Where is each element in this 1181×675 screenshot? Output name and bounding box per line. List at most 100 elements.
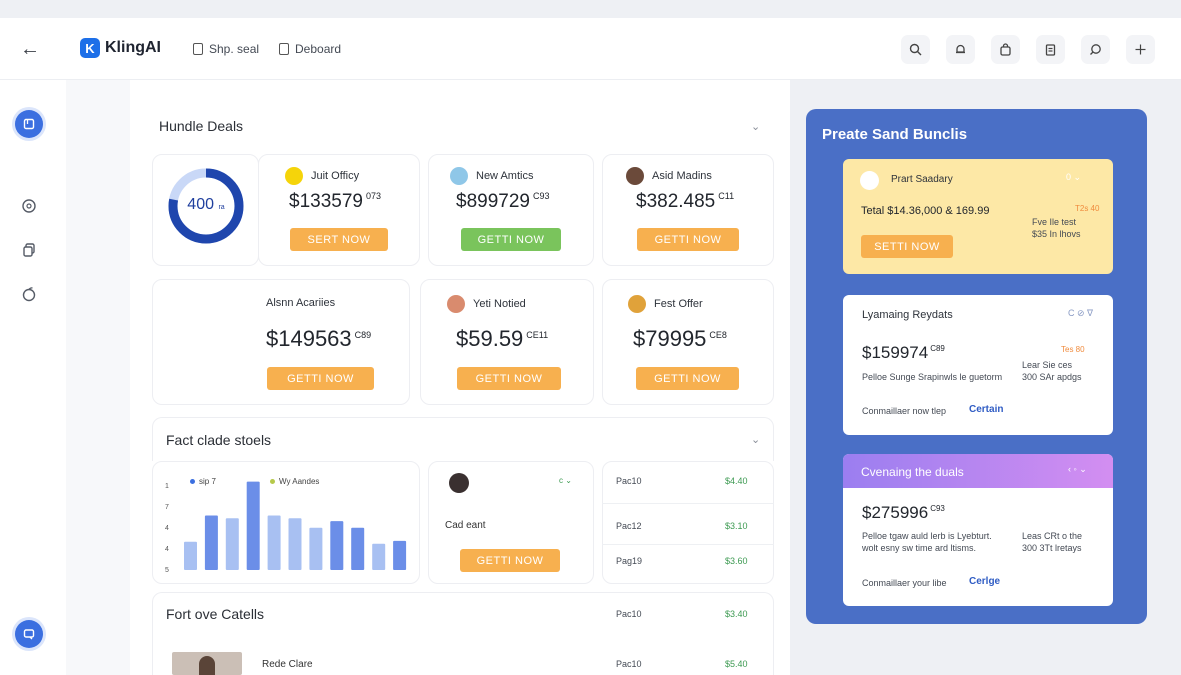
card-description: wolt esny sw time ard ltisms. (862, 543, 977, 553)
summary-cta-button[interactable]: SETTI NOW (861, 235, 953, 258)
deal-name: Juit Officy (311, 170, 360, 182)
expand-icon (1135, 44, 1146, 55)
y-tick: 7 (165, 504, 169, 511)
sidebar-item-files[interactable] (20, 241, 38, 259)
sidebar-item-favorites[interactable] (20, 285, 38, 303)
donut-value: 400 ra (187, 196, 225, 213)
bell-icon (956, 44, 965, 54)
profile-cta-button[interactable]: GETTI NOW (460, 549, 560, 572)
card-link[interactable]: Certain (969, 404, 1003, 415)
bag-button[interactable] (991, 35, 1020, 64)
square-icon (23, 118, 35, 130)
breadcrumb-shop[interactable]: Shp. seal (193, 42, 259, 56)
logo-text: KlingAI (105, 39, 161, 56)
clipboard-icon (279, 43, 289, 55)
person-thumbnail[interactable] (172, 652, 242, 675)
y-tick: 5 (165, 567, 169, 574)
card-note: 300 SAr apdgs (1022, 372, 1082, 382)
deals-section-title: Hundle Deals (159, 118, 244, 134)
chat-button[interactable] (1081, 35, 1110, 64)
clipboard-button[interactable] (1036, 35, 1065, 64)
bar (288, 518, 302, 570)
bar (267, 515, 281, 570)
card-description: Pelloe Sunge Srapinwls le guetorm (862, 372, 1003, 382)
chevron-down-icon[interactable]: ⌄ (751, 433, 760, 446)
card-note: Leas CRt o the (1022, 531, 1083, 541)
person-silhouette (199, 656, 215, 675)
avatar (285, 167, 303, 185)
row-value: $4.40 (725, 476, 748, 486)
row-label: Pag19 (616, 556, 643, 566)
app-logo[interactable]: K KlingAI (80, 38, 161, 58)
fort-section-title: Fort ove Catells (166, 606, 265, 622)
avatar (626, 167, 644, 185)
bar (225, 518, 239, 570)
card-menu-badge[interactable]: 0 ⌄ (1066, 172, 1081, 183)
card-note: Fve Ile test (1032, 217, 1077, 227)
chevron-down-icon[interactable]: ⌄ (751, 120, 760, 133)
sidebar-item-explore[interactable] (20, 197, 38, 215)
card-title: Prart Saadary (891, 174, 953, 185)
deal-title: Asid Madins (626, 167, 712, 185)
deal-cta-button[interactable]: GETTI NOW (267, 367, 374, 390)
row-value: $3.60 (725, 556, 748, 566)
breadcrumb-dashboard[interactable]: Deboard (279, 42, 341, 56)
card-footer: Conmaillaer now tlep (862, 406, 947, 416)
deal-cta-button[interactable]: GETTI NOW (457, 367, 561, 390)
breadcrumb-label: Deboard (295, 42, 342, 56)
expand-button[interactable] (1126, 35, 1155, 64)
bar-chart (184, 481, 407, 570)
search-icon (909, 43, 922, 56)
card-tag: T2s 40 (1075, 204, 1100, 213)
back-arrow-icon[interactable]: ← (18, 38, 42, 60)
deal-price: $59.59 CE11 (456, 326, 549, 351)
deal-cta-button[interactable]: GETTI NOW (636, 367, 739, 390)
divider (602, 503, 774, 504)
sidebar-secondary-strip (66, 80, 130, 675)
card-note: $35 In lhovs (1032, 229, 1081, 239)
y-tick: 4 (165, 546, 169, 553)
deal-name: Yeti Notied (473, 298, 526, 310)
avatar (860, 171, 879, 190)
deal-price: $133579 073 (289, 191, 381, 212)
bar (246, 481, 260, 570)
kling-logo-icon: K (80, 38, 100, 58)
deal-name: Asid Madins (652, 170, 712, 182)
bar (372, 543, 386, 570)
deal-cta-button[interactable]: GETTI NOW (461, 228, 561, 251)
row-label: Pac10 (616, 659, 642, 669)
bar (309, 527, 323, 570)
card-link[interactable]: Cerlge (969, 576, 1000, 587)
deal-cta-button[interactable]: GETTI NOW (637, 228, 739, 251)
y-tick: 4 (165, 525, 169, 532)
card-menu-badge[interactable]: ‹ ◦ ⌄ (1068, 464, 1087, 475)
bar (330, 521, 344, 570)
deal-title: New Amtics (450, 167, 533, 185)
top-bar: ← K KlingAI Shp. seal Deboard (0, 18, 1181, 80)
search-button[interactable] (901, 35, 930, 64)
card-title: Lyamaing Reydats (862, 309, 953, 321)
sidebar (0, 80, 66, 675)
deal-cta-button[interactable]: SERT NOW (290, 228, 388, 251)
status-badge[interactable]: c ⌄ (559, 476, 572, 485)
avatar (449, 473, 469, 493)
divider (602, 544, 774, 545)
card-header-title: Cvenaing the duals (861, 465, 964, 479)
deal-price: $149563 C89 (266, 326, 372, 351)
chat-icon (1090, 44, 1101, 55)
row-label: Pac12 (616, 521, 642, 531)
card-note: Lear Sie ces (1022, 360, 1073, 370)
row-value: $3.40 (725, 609, 748, 619)
sidebar-item-chat[interactable] (15, 620, 43, 648)
sidebar-item-home[interactable] (15, 110, 43, 138)
card-total: Tetal $14.36,000 & 169.99 (861, 205, 990, 217)
profile-name: Cad eant (445, 520, 486, 531)
apple-icon (22, 287, 36, 302)
row-label: Pac10 (616, 609, 642, 619)
card-menu-badge[interactable]: C ⊘ ∇ (1068, 308, 1093, 319)
deal-name: New Amtics (476, 170, 534, 182)
aperture-icon (22, 199, 36, 213)
avatar (628, 295, 646, 313)
copy-icon (23, 243, 35, 257)
notifications-button[interactable] (946, 35, 975, 64)
